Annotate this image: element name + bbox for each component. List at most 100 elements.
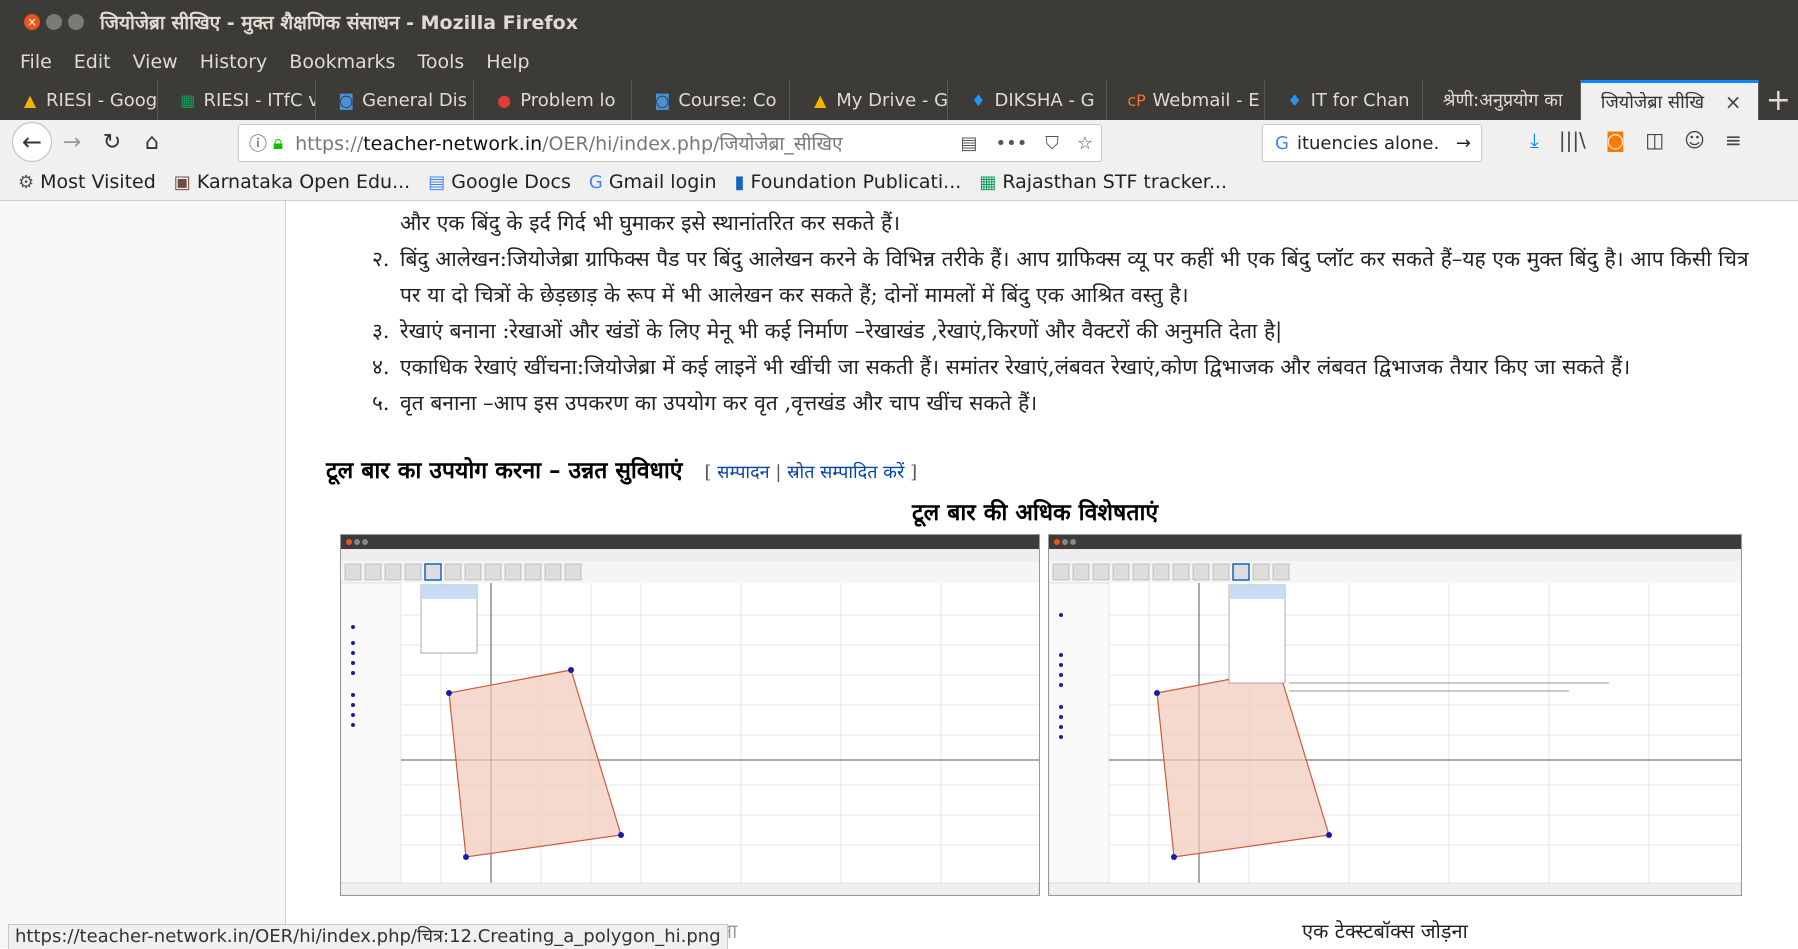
drive-icon: ▲ — [23, 90, 37, 110]
feature-list: और एक बिंदु के इर्द गिर्द भी घुमाकर इसे … — [372, 205, 1772, 421]
forward-button[interactable]: → — [52, 130, 92, 155]
hamburger-menu-icon[interactable]: ≡ — [1725, 128, 1742, 152]
tab-8[interactable]: ♦ IT for Chan — [1265, 80, 1423, 120]
sync-icon[interactable]: ☺ — [1684, 128, 1705, 152]
left-sidebar — [0, 201, 286, 948]
pocket-icon[interactable]: ⛉ — [1045, 133, 1059, 154]
new-tab-button[interactable]: + — [1759, 80, 1798, 120]
url-bar[interactable]: ⓘ 🔒︎ https://teacher-network.in/OER/hi/i… — [238, 124, 1102, 162]
bookmark-item[interactable]: ▤ Google Docs — [428, 171, 571, 193]
alert-icon: ● — [497, 90, 512, 110]
window-maximize-button[interactable] — [68, 14, 84, 30]
downloads-icon[interactable]: ⤓ — [1530, 128, 1539, 152]
section-heading: टूल बार का उपयोग करना – उन्नत सुविधाएं [… — [326, 453, 917, 485]
edit-links: [ सम्पादन | स्रोत सम्पादित करें ] — [705, 462, 918, 483]
list-item: ५. वृत बनाना –आप इस उपकरण का उपयोग कर वृ… — [372, 385, 1772, 421]
info-icon[interactable]: ⓘ — [249, 130, 267, 156]
tab-title: RIESI - Goog — [45, 89, 158, 111]
window-close-button[interactable]: × — [24, 14, 40, 30]
list-text: वृत बनाना –आप इस उपकरण का उपयोग कर वृत ,… — [400, 391, 1038, 415]
list-number: २. — [372, 247, 390, 271]
page-actions-icon[interactable]: ••• — [996, 133, 1028, 154]
list-item: ३. रेखाएं बनाना :रेखाओं और खंडों के लिए … — [372, 313, 1772, 349]
bookmark-item[interactable]: G Gmail login — [589, 171, 717, 193]
bookmark-label: Most Visited — [40, 171, 156, 193]
search-engine-icon[interactable]: G — [1275, 133, 1289, 154]
close-tab-icon[interactable]: × — [1725, 90, 1742, 114]
navigation-bar: ← → ↻ ⌂ ⓘ 🔒︎ https://teacher-network.in/… — [0, 120, 1798, 164]
tab-1[interactable]: ▦ RIESI - ITfC v — [158, 80, 317, 120]
koer-icon: ▣ — [173, 171, 191, 193]
list-text: बिंदु आलेखन:जियोजेब्रा ग्राफिक्स पैड पर … — [400, 247, 1749, 307]
diksha-icon: ♦ — [1287, 90, 1302, 110]
extension-icon[interactable]: ◙ — [1606, 128, 1625, 152]
menu-bar: File Edit View History Bookmarks Tools H… — [0, 44, 1798, 80]
home-button[interactable]: ⌂ — [132, 130, 172, 155]
diksha-icon: ♦ — [971, 90, 986, 110]
tab-title: जियोजेब्रा सीखि — [1600, 91, 1705, 113]
menu-history[interactable]: History — [200, 51, 268, 73]
star-icon[interactable]: ☆ — [1077, 133, 1093, 154]
polygon-screenshot[interactable] — [340, 534, 1040, 896]
menu-bookmarks[interactable]: Bookmarks — [289, 51, 395, 73]
back-button[interactable]: ← — [12, 122, 52, 162]
window-title: जियोजेब्रा सीखिए - मुक्त शैक्षणिक संसाधन… — [100, 12, 578, 34]
list-number: ४. — [372, 355, 390, 379]
moodle-icon: ◙ — [338, 90, 354, 110]
tab-3[interactable]: ● Problem lo — [474, 80, 633, 120]
reader-view-icon[interactable]: ▤ — [960, 133, 977, 154]
menu-file[interactable]: File — [20, 51, 52, 73]
bookmark-item[interactable]: ▣ Karnataka Open Edu... — [174, 171, 410, 193]
menu-help[interactable]: Help — [486, 51, 529, 73]
bookmark-label: Rajasthan STF tracker... — [1002, 171, 1227, 193]
sidebar-icon[interactable]: ◫ — [1645, 128, 1664, 152]
search-bar[interactable]: G ituencies alone. → — [1262, 124, 1482, 162]
tab-0[interactable]: ▲ RIESI - Goog — [0, 80, 159, 120]
tab-title: IT for Chan — [1310, 89, 1410, 111]
tab-7[interactable]: cP Webmail - E — [1107, 80, 1265, 120]
edit-link[interactable]: सम्पादन — [717, 462, 769, 483]
reload-button[interactable]: ↻ — [92, 130, 132, 155]
tab-title: Webmail - E — [1152, 89, 1260, 111]
url-text[interactable]: https://teacher-network.in/OER/hi/index.… — [295, 130, 842, 156]
section-heading-text: टूल बार का उपयोग करना – उन्नत सुविधाएं — [326, 457, 683, 484]
status-bar-url: https://teacher-network.in/OER/hi/index.… — [8, 924, 728, 949]
tab-5[interactable]: ▲ My Drive - G — [790, 80, 949, 120]
list-number: ५. — [372, 391, 390, 415]
tab-title: Course: Co — [678, 89, 777, 111]
search-text[interactable]: ituencies alone. — [1297, 133, 1439, 154]
tab-6[interactable]: ♦ DIKSHA - G — [948, 80, 1107, 120]
figure-title: टूल बार की अधिक विशेषताएं — [912, 499, 1159, 526]
drive-icon: ▲ — [814, 90, 827, 110]
menu-view[interactable]: View — [133, 51, 178, 73]
edit-separator: | — [775, 462, 782, 483]
library-icon[interactable]: |||\ — [1559, 128, 1586, 152]
tab-10[interactable]: जियोजेब्रा सीखि × — [1580, 80, 1759, 120]
search-go-icon[interactable]: → — [1456, 133, 1471, 154]
menu-edit[interactable]: Edit — [74, 51, 111, 73]
tab-strip: ▲ RIESI - Goog ▦ RIESI - ITfC v ◙ General Dis… — [0, 80, 1798, 120]
tab-title: General Dis — [362, 89, 468, 111]
tab-4[interactable]: ◙ Course: Co — [632, 80, 791, 120]
page-content: और एक बिंदु के इर्द गिर्द भी घुमाकर इसे … — [0, 201, 1798, 948]
tab-title: Problem lo — [520, 89, 616, 111]
tab-title: My Drive - G — [836, 89, 948, 111]
tab-9[interactable]: श्रेणी:अनुप्रयोग का — [1423, 80, 1581, 120]
window-minimize-button[interactable] — [46, 14, 62, 30]
edit-bracket-open: [ — [704, 462, 712, 483]
docs-icon: ▤ — [428, 171, 446, 193]
list-item: ४. एकाधिक रेखाएं खींचना:जियोजेब्रा में क… — [372, 349, 1772, 385]
url-prefix: https:// — [295, 133, 364, 155]
bookmark-item[interactable]: ⚙ Most Visited — [18, 171, 156, 193]
list-item: २. बिंदु आलेखन:जियोजेब्रा ग्राफिक्स पैड … — [372, 241, 1772, 313]
list-item: और एक बिंदु के इर्द गिर्द भी घुमाकर इसे … — [372, 205, 1772, 241]
textbox-screenshot[interactable] — [1048, 534, 1742, 896]
tab-2[interactable]: ◙ General Dis — [316, 80, 475, 120]
edit-source-link[interactable]: स्रोत सम्पादित करें — [787, 462, 904, 483]
list-text: रेखाएं बनाना :रेखाओं और खंडों के लिए मेन… — [400, 319, 1283, 343]
bookmark-item[interactable]: ▮ Foundation Publicati... — [735, 171, 962, 193]
menu-tools[interactable]: Tools — [417, 51, 464, 73]
tab-title: DIKSHA - G — [994, 89, 1095, 111]
sheets-icon: ▦ — [180, 90, 196, 110]
bookmark-item[interactable]: ▦ Rajasthan STF tracker... — [979, 171, 1227, 193]
